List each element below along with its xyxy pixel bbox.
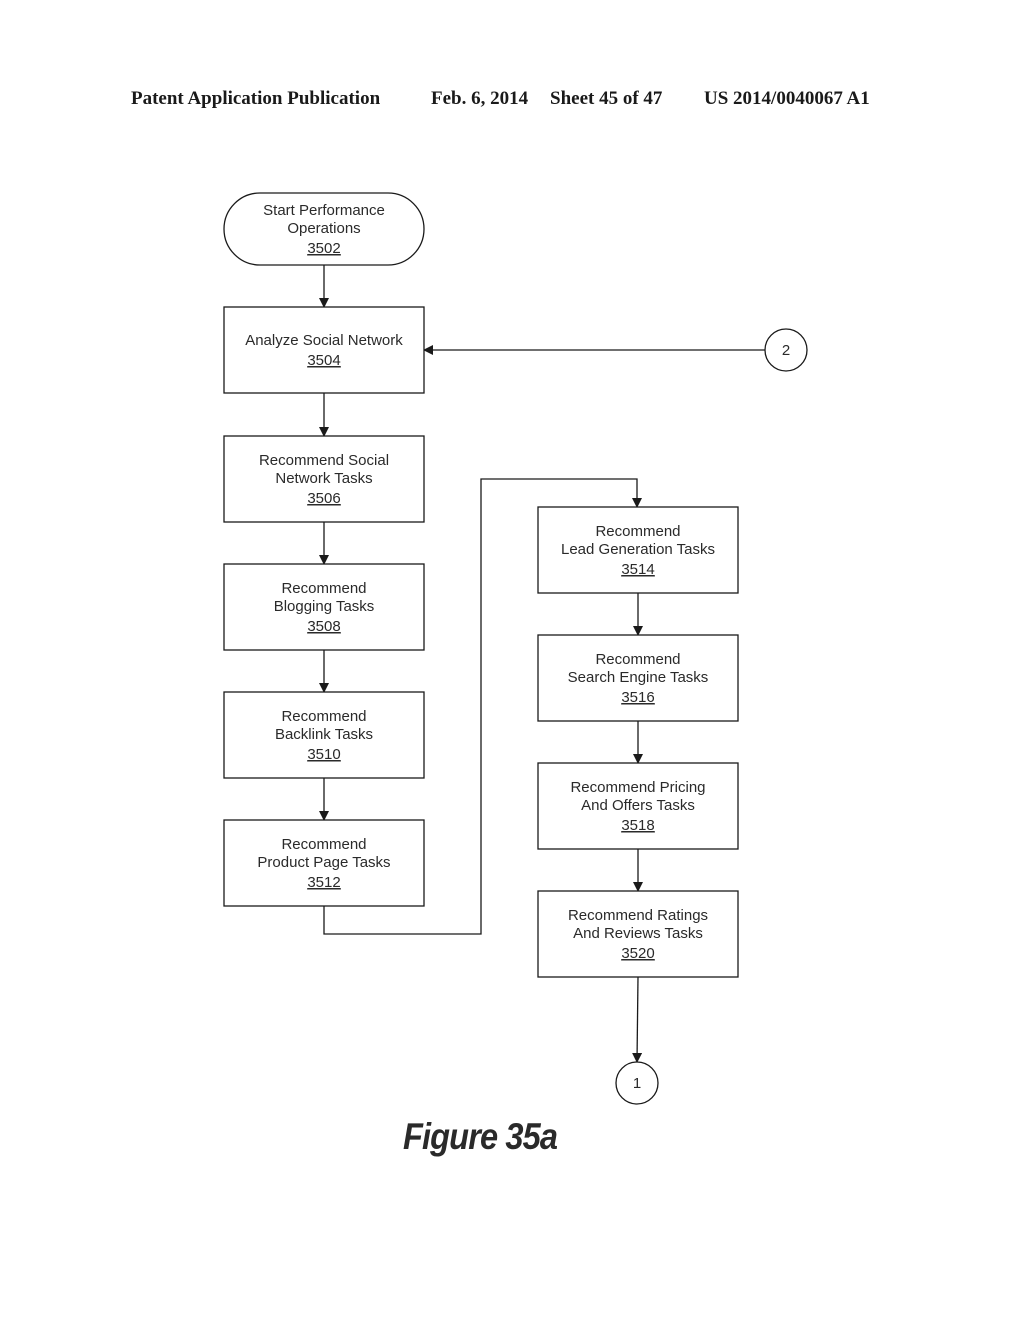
node-label-line: And Reviews Tasks [573,925,703,942]
node-ref-number: 3504 [307,352,340,369]
node-label-line: Analyze Social Network [245,332,403,349]
node-ref-number: 3508 [307,618,340,635]
node-label-line: Operations [287,220,360,237]
node-label-line: Recommend [281,580,366,597]
node-label-line: Recommend [281,836,366,853]
node-label-line: Network Tasks [275,470,372,487]
node-n3512: RecommendProduct Page Tasks 3512 [223,819,425,907]
node-label-line: Backlink Tasks [275,726,373,743]
process-box [223,306,425,394]
node-label-line: Blogging Tasks [274,598,375,615]
node-label-line: And Offers Tasks [581,797,695,814]
node-n3504: Analyze Social Network 3504 [223,306,425,394]
node-label-line: Recommend Ratings [568,907,708,924]
node-n3514: RecommendLead Generation Tasks 3514 [537,506,739,594]
node-label-line: Product Page Tasks [257,854,390,871]
node-c1: 1 [615,1061,659,1105]
node-ref-number: 3514 [621,561,654,578]
node-n3518: Recommend PricingAnd Offers Tasks 3518 [537,762,739,850]
node-ref-number: 3516 [621,689,654,706]
node-label-line: Start Performance [263,202,385,219]
figure-label: Figure 35a [403,1116,558,1157]
node-n3506: Recommend SocialNetwork Tasks 3506 [223,435,425,523]
edge-n3520-c1 [632,976,643,1063]
node-label-line: Recommend Pricing [570,779,705,796]
node-ref-number: 3518 [621,817,654,834]
node-label-line: Recommend [595,523,680,540]
node-ref-number: 3510 [307,746,340,763]
node-n3516: RecommendSearch Engine Tasks 3516 [537,634,739,722]
node-ref-number: 3502 [307,240,340,257]
node-label-line: Recommend Social [259,452,389,469]
node-n3510: RecommendBacklink Tasks 3510 [223,691,425,779]
node-ref-number: 3520 [621,945,654,962]
node-label-line: Lead Generation Tasks [561,541,715,558]
node-label-line: Search Engine Tasks [568,669,709,686]
node-c2: 2 [764,328,808,372]
node-label-line: 2 [782,342,790,359]
nodes-layer: Start PerformanceOperations 3502 Analyze S… [223,192,808,1105]
node-n3508: RecommendBlogging Tasks 3508 [223,563,425,651]
node-label-line: 1 [633,1075,641,1092]
node-label-line: Recommend [281,708,366,725]
node-ref-number: 3512 [307,874,340,891]
node-ref-number: 3506 [307,490,340,507]
node-n3502: Start PerformanceOperations 3502 [223,192,425,266]
node-label-line: Recommend [595,651,680,668]
node-n3520: Recommend RatingsAnd Reviews Tasks 3520 [537,890,739,978]
